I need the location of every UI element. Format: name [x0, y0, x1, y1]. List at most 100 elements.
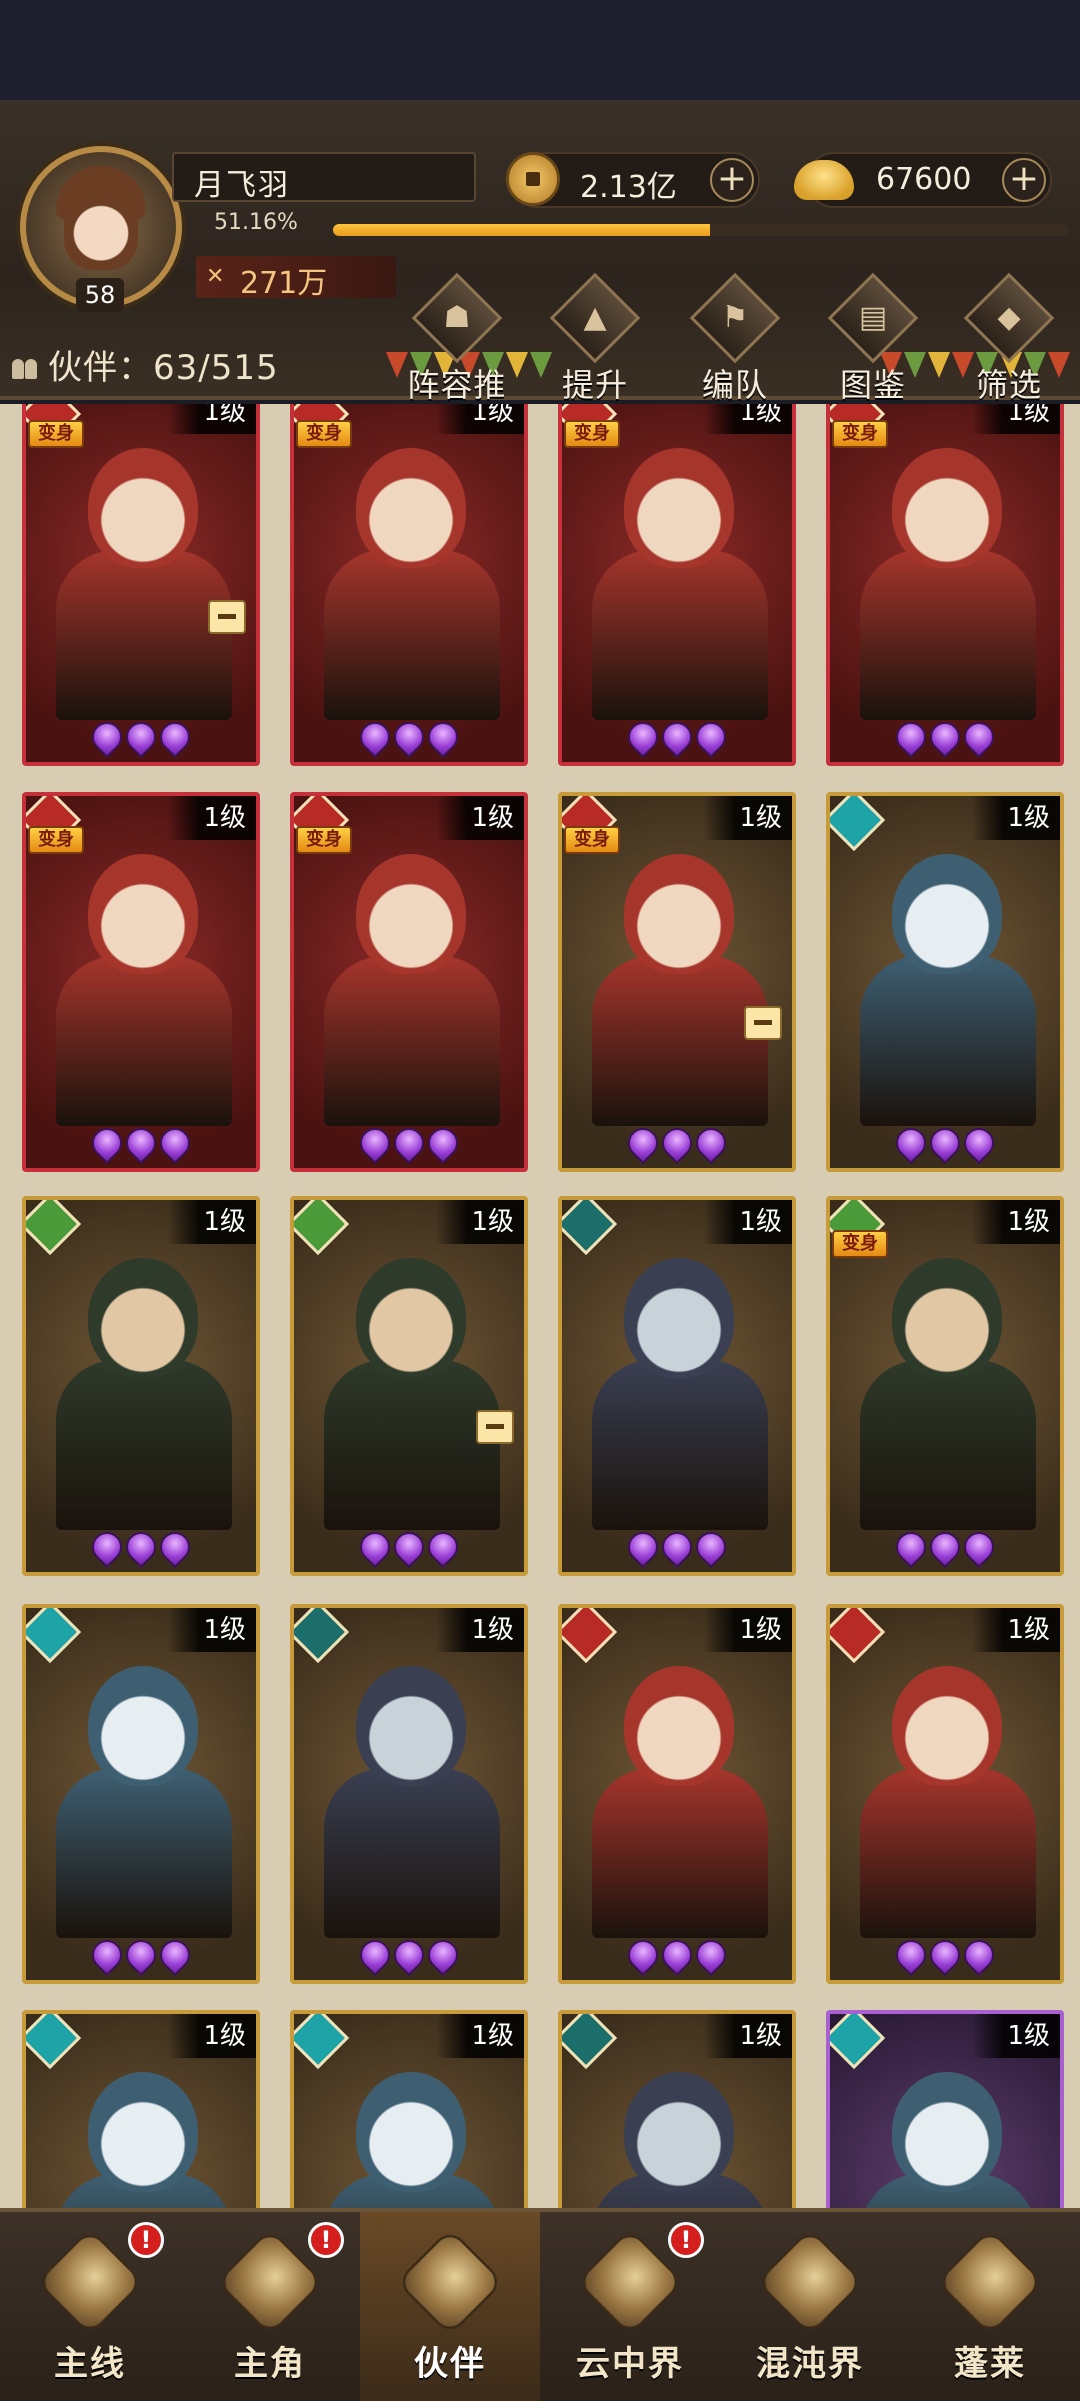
lineup-recommend-button[interactable]: ☗ 阵容推荐 [392, 272, 522, 450]
partner-level: 1级 [168, 2014, 256, 2058]
nav-label: 主角 [234, 2344, 306, 2384]
character-portrait-body [860, 1768, 1036, 1938]
gold-value: 67600 [876, 162, 972, 197]
partner-level: 1级 [972, 1200, 1060, 1244]
formation-button[interactable]: ⚑ 编队 [670, 272, 800, 404]
partner-card[interactable]: 1级 [290, 2010, 528, 2208]
purple-flame-star-icon [387, 1933, 431, 1977]
partner-card[interactable]: 1级 变身 [826, 404, 1064, 766]
gold-resource: 67600 + [794, 152, 1052, 208]
partner-card[interactable]: 1级 [558, 1604, 796, 1984]
codex-label: 图鉴 [839, 366, 906, 404]
add-coins-button[interactable]: + [710, 158, 754, 202]
character-portrait-head [88, 1666, 198, 1786]
partner-level: 1级 [704, 1200, 792, 1244]
gold-ingot-icon [794, 160, 854, 200]
purple-flame-star-icon [153, 1525, 197, 1569]
purple-flame-star-icon [85, 715, 129, 759]
purple-flame-star-icon [621, 715, 665, 759]
nav-protagonist[interactable]: 主角! [180, 2212, 360, 2401]
purple-flame-star-icon [655, 715, 699, 759]
character-portrait-body [592, 1360, 768, 1530]
partner-grid[interactable]: 1级 变身 1级 变身 1级 变身 1级 变身 1级 变身 1级 变身 1级 变身 1级 1级 1级 1级 1级 变身… [0, 404, 1080, 2208]
partner-card[interactable]: 1级变身 [290, 792, 528, 1172]
partner-card[interactable]: 1级 [558, 2010, 796, 2208]
player-level-badge: 58 [76, 278, 124, 312]
partners-icon [395, 2227, 505, 2337]
partner-level: 1级 [972, 404, 1060, 434]
partner-card[interactable]: 1级 变身 [290, 404, 528, 766]
partner-card[interactable]: 1级 变身 [826, 1196, 1064, 1576]
nav-penglai[interactable]: 蓬莱 [900, 2212, 1080, 2401]
exp-progress-bar [333, 224, 1069, 236]
purple-flame-star-icon [889, 1121, 933, 1165]
character-portrait-head [624, 448, 734, 568]
partner-card[interactable]: 1级 [22, 2010, 260, 2208]
purple-flame-star-icon [689, 1121, 733, 1165]
character-portrait-head [88, 2072, 198, 2192]
transform-tag: 变身 [296, 420, 352, 448]
purple-flame-star-icon [119, 1933, 163, 1977]
partner-card[interactable]: 1级 变身 [22, 792, 260, 1172]
partner-card[interactable]: 1级 [290, 1604, 528, 1984]
partner-card[interactable]: 1级 变身 [558, 404, 796, 766]
codex-button[interactable]: ▤ 图鉴 [808, 272, 938, 404]
purple-flame-star-icon [353, 1525, 397, 1569]
purple-flame-star-icon [889, 1525, 933, 1569]
coin-resource: 2.13亿 + [506, 152, 760, 208]
chaos-realm-icon [755, 2227, 865, 2337]
character-portrait-body [56, 550, 232, 720]
partner-level: 1级 [704, 2014, 792, 2058]
purple-flame-star-icon [353, 715, 397, 759]
upgrade-button[interactable]: ▲ 提升 [530, 272, 660, 404]
star-rank [562, 1933, 792, 1977]
star-rank [830, 1933, 1060, 1977]
character-portrait-body [324, 550, 500, 720]
character-portrait-head [356, 448, 466, 568]
purple-flame-star-icon [119, 715, 163, 759]
purple-flame-star-icon [153, 715, 197, 759]
add-gold-button[interactable]: + [1002, 158, 1046, 202]
filter-icon: ◆ [963, 272, 1055, 364]
nav-main-story[interactable]: 主线! [0, 2212, 180, 2401]
star-rank [26, 715, 256, 759]
partner-level: 1级 [972, 2014, 1060, 2058]
partner-card[interactable]: 1级 [826, 1604, 1064, 1984]
nav-label: 蓬莱 [954, 2344, 1026, 2384]
purple-flame-star-icon [957, 1525, 1001, 1569]
partner-card[interactable]: 1级 [290, 1196, 528, 1576]
purple-flame-star-icon [889, 1933, 933, 1977]
character-portrait-body [324, 1360, 500, 1530]
character-portrait-head [356, 1258, 466, 1378]
nav-cloud-realm[interactable]: 云中界! [540, 2212, 720, 2401]
partner-card[interactable]: 1级 [558, 1196, 796, 1576]
star-rank [294, 1121, 524, 1165]
nav-chaos-realm[interactable]: 混沌界 [720, 2212, 900, 2401]
partner-card[interactable]: 1级 [826, 792, 1064, 1172]
purple-flame-star-icon [153, 1121, 197, 1165]
nav-label: 伙伴 [414, 2344, 486, 2384]
partner-level: 1级 [972, 796, 1060, 840]
purple-flame-star-icon [923, 715, 967, 759]
partner-level: 1级 [436, 1608, 524, 1652]
partner-level: 1级 [436, 796, 524, 840]
partner-level: 1级 [168, 796, 256, 840]
avatar-face [64, 178, 138, 270]
partner-card[interactable]: 1级 [826, 2010, 1064, 2208]
partner-card[interactable]: 1级 [22, 1196, 260, 1576]
filter-button[interactable]: ◆ 筛选 [944, 272, 1074, 404]
nav-partners[interactable]: 伙伴 [360, 2212, 540, 2401]
partner-count-text: 伙伴：63/515 [48, 348, 279, 388]
partner-card[interactable]: 1级 变身 [558, 792, 796, 1172]
partner-card[interactable]: 1级 变身 [22, 404, 260, 766]
transform-tag: 变身 [296, 826, 352, 854]
exp-progress-fill [333, 224, 710, 236]
character-portrait-body [324, 1768, 500, 1938]
purple-flame-star-icon [353, 1933, 397, 1977]
partner-card[interactable]: 1级 [22, 1604, 260, 1984]
purple-flame-star-icon [421, 1933, 465, 1977]
partner-level: 1级 [704, 796, 792, 840]
coin-value: 2.13亿 [580, 170, 677, 205]
purple-flame-star-icon [689, 1933, 733, 1977]
penglai-icon [935, 2227, 1045, 2337]
